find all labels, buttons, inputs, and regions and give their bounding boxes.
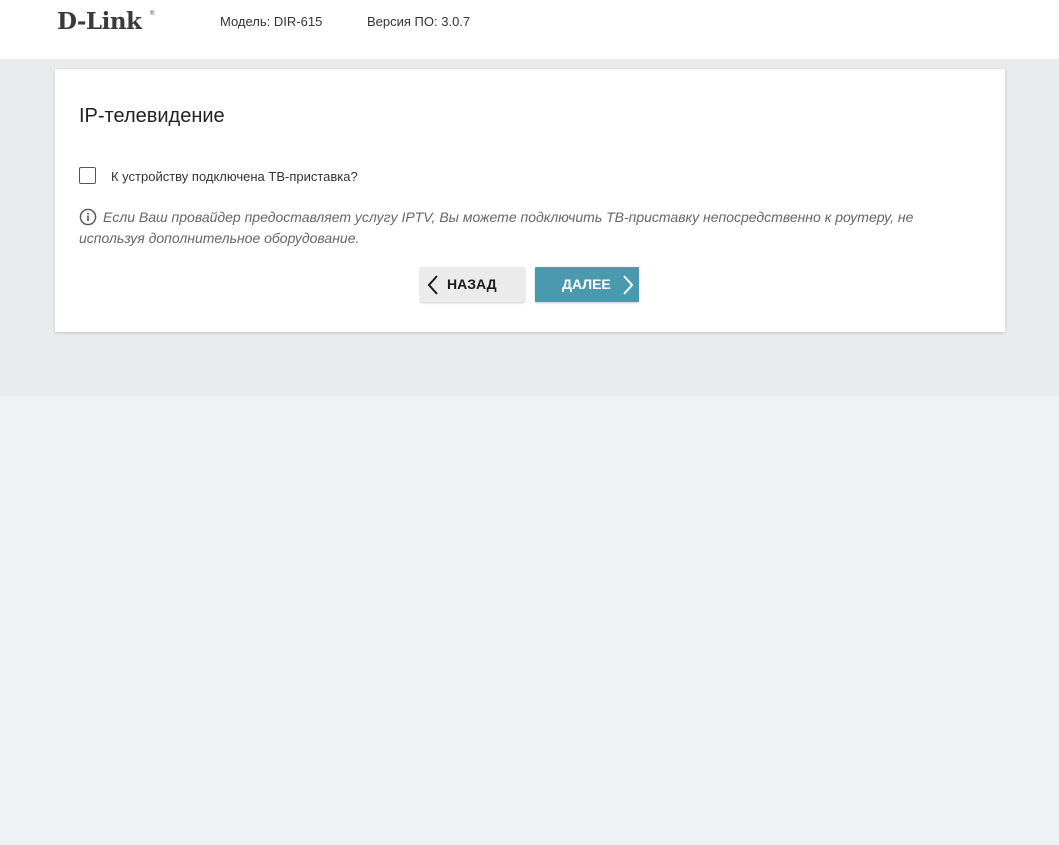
model-label: Модель: DIR-615: [220, 14, 323, 29]
firmware-version-label: Версия ПО: 3.0.7: [367, 14, 471, 29]
info-hint-text: Если Ваш провайдер предоставляет услугу …: [79, 209, 914, 246]
stb-connected-checkbox[interactable]: [79, 167, 96, 184]
next-button-label: ДАЛЕЕ: [562, 276, 611, 292]
registered-mark: ®: [150, 11, 155, 17]
chevron-left-icon: [427, 275, 438, 295]
back-button-label: НАЗАД: [447, 276, 497, 292]
top-header: D-Link ® Модель: DIR-615 Версия ПО: 3.0.…: [0, 0, 1059, 59]
dlink-logo: D-Link: [57, 8, 142, 35]
next-button[interactable]: ДАЛЕЕ: [535, 267, 639, 302]
back-button[interactable]: НАЗАД: [420, 267, 525, 302]
page-title: IP-телевидение: [79, 105, 225, 127]
iptv-card: IP-телевидение К устройству подключена Т…: [55, 69, 1005, 332]
chevron-right-icon: [623, 275, 634, 295]
stb-connected-label[interactable]: К устройству подключена ТВ-приставка?: [111, 169, 358, 185]
